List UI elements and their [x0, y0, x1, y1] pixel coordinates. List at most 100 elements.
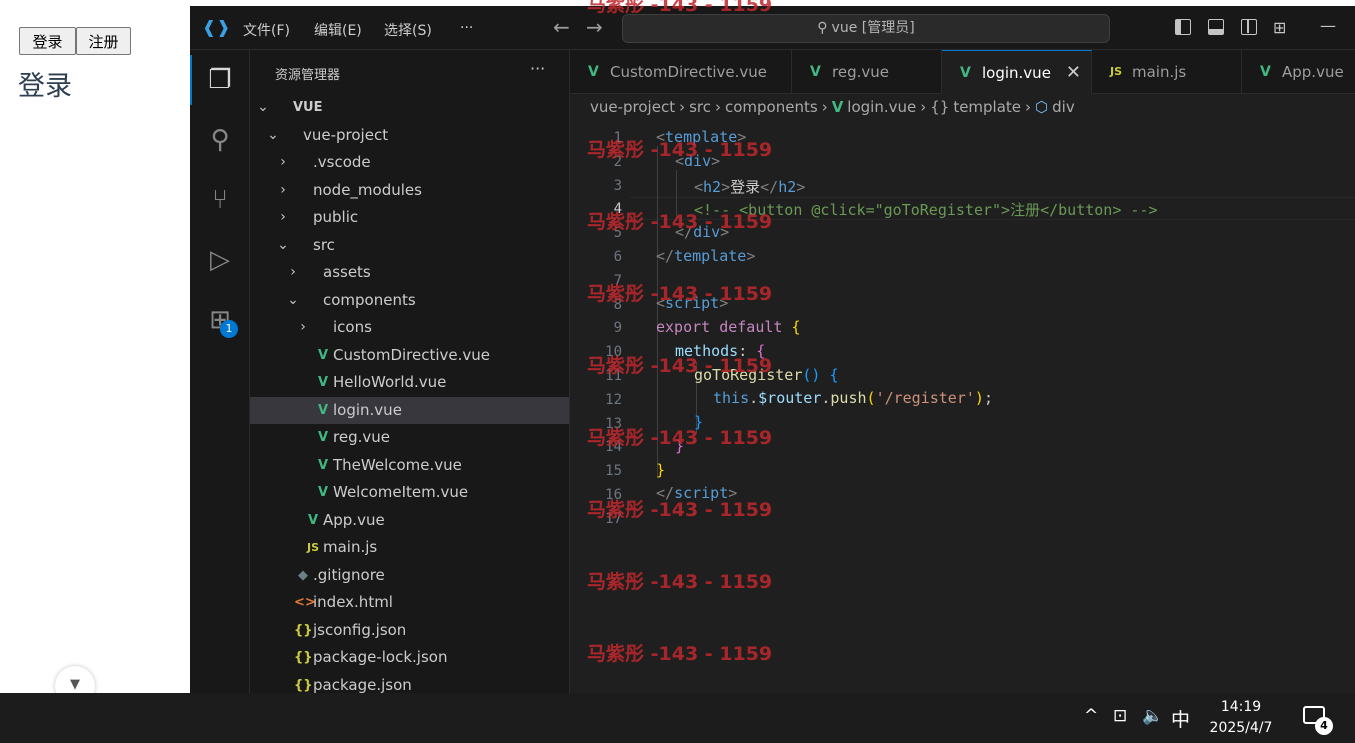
- menu-selection[interactable]: 选择(S): [384, 20, 432, 40]
- tree-item[interactable]: <> index.html: [250, 589, 569, 616]
- show-hidden-icons-icon[interactable]: ^: [1084, 706, 1098, 726]
- tree-item[interactable]: ⌄ VUE: [250, 94, 569, 121]
- tab-label: main.js: [1132, 63, 1187, 81]
- minimize-icon[interactable]: —: [1320, 16, 1336, 35]
- explorer-title: 资源管理器: [275, 68, 341, 83]
- browser-page: 登录 注册 登录 ▼: [0, 0, 190, 706]
- chevron-icon: ›: [280, 181, 286, 198]
- editor-tabs: V CustomDirective.vue Vreg.vue Vlogin.vue ✕ J…: [570, 50, 1355, 94]
- close-tab-icon[interactable]: ✕: [1066, 51, 1081, 94]
- tab-customdirective-vue[interactable]: V CustomDirective.vue: [570, 50, 792, 94]
- file-type-icon: V: [1260, 64, 1271, 80]
- chevron-icon: ›: [280, 209, 286, 225]
- tab-login-vue[interactable]: Vlogin.vue ✕: [942, 50, 1092, 94]
- menu-file[interactable]: 文件(F): [243, 20, 290, 40]
- title-bar: ❰❱ 文件(F) 编辑(E) 选择(S) ··· ← → ⚲ vue [管理员] …: [190, 6, 1355, 50]
- breadcrumb-item[interactable]: vue-project: [590, 98, 675, 116]
- tree-item-label: login.vue: [333, 400, 402, 419]
- active-indicator: [190, 55, 192, 105]
- search-label: vue [管理员]: [831, 20, 915, 36]
- tree-item[interactable]: › public: [250, 204, 569, 231]
- register-button[interactable]: 注册: [76, 27, 131, 55]
- clock[interactable]: 14:19 2025/4/7: [1200, 697, 1282, 739]
- search-icon[interactable]: ⚲: [204, 124, 236, 156]
- file-type-icon: V: [317, 430, 329, 445]
- tab-reg-vue[interactable]: Vreg.vue: [792, 50, 942, 94]
- tree-item[interactable]: ⌄ vue-project: [250, 122, 569, 149]
- explorer-icon[interactable]: ❐: [204, 64, 236, 96]
- tree-item-label: HelloWorld.vue: [333, 373, 447, 391]
- tree-item[interactable]: ◆ .gitignore: [250, 562, 569, 589]
- network-icon[interactable]: ⊡: [1113, 706, 1127, 726]
- watermark-text: 马紫彤 -143 - 1159: [587, 427, 773, 449]
- tree-item[interactable]: › node_modules: [250, 177, 569, 204]
- breadcrumb-item[interactable]: components: [725, 98, 818, 116]
- tree-item[interactable]: › .vscode: [250, 149, 569, 176]
- page-heading: 登录: [18, 71, 72, 102]
- tree-item-label: public: [313, 208, 359, 226]
- menu-more[interactable]: ···: [460, 20, 473, 36]
- tree-item-label: package-lock.json: [313, 648, 448, 666]
- tree-item[interactable]: JS main.js: [250, 534, 569, 561]
- tab-label: CustomDirective.vue: [610, 63, 768, 81]
- back-arrow-icon[interactable]: ←: [553, 15, 570, 39]
- volume-icon[interactable]: 🔈: [1142, 706, 1163, 726]
- tree-item-label: main.js: [323, 538, 378, 556]
- customize-layout-icon[interactable]: ⊞: [1273, 18, 1286, 37]
- code-line-15: }: [656, 461, 666, 479]
- toggle-panel-icon[interactable]: [1208, 19, 1224, 35]
- code-line-12: this.$router.push('/register');: [713, 389, 993, 407]
- toggle-primary-sidebar-icon[interactable]: [1175, 19, 1191, 35]
- tree-item[interactable]: {} package.json: [250, 672, 569, 694]
- chevron-icon: ⌄: [257, 99, 269, 115]
- breadcrumb-separator-icon: ›: [715, 98, 721, 116]
- breadcrumb-separator-icon: ›: [920, 98, 927, 116]
- chevron-icon: ⌄: [267, 126, 279, 143]
- file-type-icon: V: [588, 64, 599, 80]
- tree-item-label: icons: [333, 318, 372, 336]
- tree-item[interactable]: V CustomDirective.vue: [250, 342, 569, 369]
- explorer-more-button[interactable]: ···: [530, 59, 545, 78]
- watermark-text: 马紫彤 -143 - 1159: [587, 499, 773, 521]
- tree-item[interactable]: V App.vue: [250, 507, 569, 534]
- toggle-secondary-sidebar-icon[interactable]: [1241, 19, 1257, 35]
- breadcrumb-separator-icon: ›: [1025, 98, 1032, 116]
- breadcrumb-item[interactable]: src: [689, 98, 711, 116]
- watermark-text: 马紫彤 -143 - 1159: [587, 355, 773, 377]
- tree-item-label: .vscode: [313, 153, 371, 171]
- element-icon[interactable]: ⬡: [1035, 98, 1048, 116]
- menu-edit[interactable]: 编辑(E): [314, 20, 362, 40]
- forward-arrow-icon[interactable]: →: [586, 15, 603, 39]
- tree-item-label: components: [323, 290, 416, 309]
- tree-item[interactable]: ⌄ src: [250, 232, 569, 259]
- breadcrumb-item[interactable]: template: [953, 98, 1021, 116]
- source-control-icon[interactable]: ⑂: [204, 184, 236, 216]
- tree-item[interactable]: V WelcomeItem.vue: [250, 479, 569, 506]
- tab-app-vue[interactable]: V App.vue: [1242, 50, 1355, 94]
- vue-file-icon[interactable]: V: [832, 98, 844, 116]
- tree-item[interactable]: ⌄ components: [250, 287, 569, 314]
- breadcrumb-item[interactable]: div: [1052, 98, 1075, 116]
- tree-item[interactable]: V TheWelcome.vue: [250, 452, 569, 479]
- tab-main-js[interactable]: JS main.js: [1092, 50, 1242, 94]
- windows-taskbar: ^ ⊡ 🔈 中 14:19 2025/4/7 4: [0, 693, 1355, 743]
- notification-badge: 4: [1315, 717, 1333, 735]
- tab-label: App.vue: [1282, 63, 1344, 81]
- braces-icon[interactable]: {}: [930, 98, 949, 116]
- tree-item[interactable]: V HelloWorld.vue: [250, 369, 569, 396]
- login-button[interactable]: 登录: [19, 27, 76, 55]
- watermark-text: 马紫彤 -143 - 1159: [587, 571, 773, 593]
- tree-item[interactable]: Vlogin.vue: [250, 396, 569, 424]
- file-type-icon: V: [317, 402, 329, 418]
- watermark-text: 马紫彤 -143 - 1159: [587, 139, 773, 161]
- command-center-search[interactable]: ⚲ vue [管理员]: [622, 14, 1110, 43]
- breadcrumb-item[interactable]: login.vue: [847, 98, 916, 116]
- tree-item[interactable]: › icons: [250, 314, 569, 341]
- tree-item[interactable]: {} package-lock.json: [250, 644, 569, 671]
- run-debug-icon[interactable]: ▷: [204, 244, 236, 276]
- ime-indicator[interactable]: 中: [1171, 705, 1190, 732]
- tree-item[interactable]: {} jsconfig.json: [250, 617, 569, 644]
- tree-item[interactable]: › assets: [250, 259, 569, 286]
- tab-label: login.vue: [982, 64, 1051, 82]
- tree-item[interactable]: Vreg.vue: [250, 424, 569, 451]
